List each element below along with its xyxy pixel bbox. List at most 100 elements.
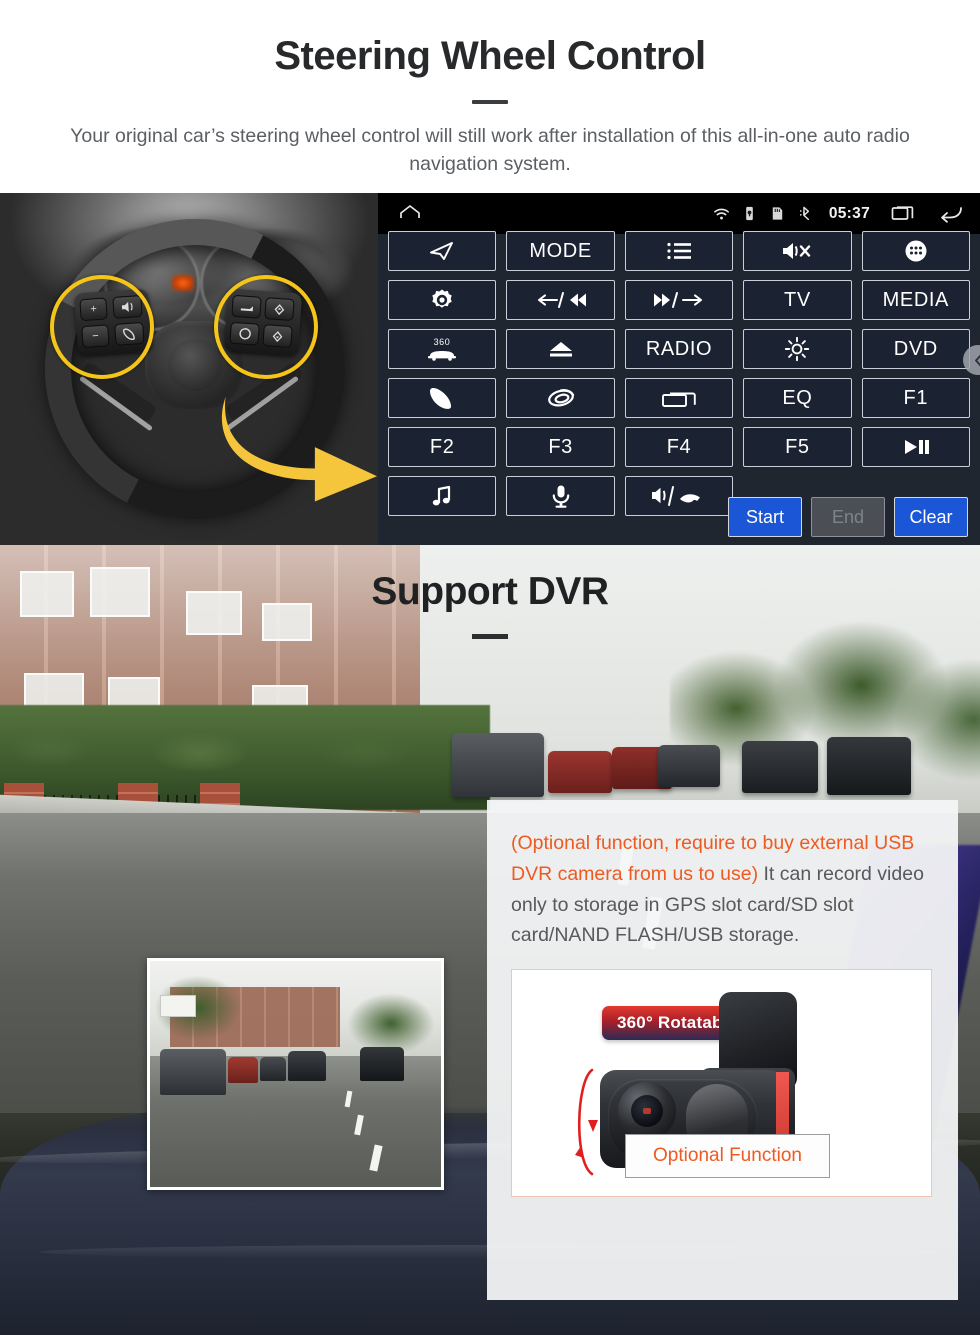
360-camera-icon: 360 [428,337,457,361]
preview-car [228,1057,258,1083]
key-eq[interactable]: EQ [743,378,852,418]
back-icon[interactable] [938,203,964,225]
status-bar-clock: 05:37 [828,204,870,222]
page-title: Steering Wheel Control [274,34,706,78]
traffic-car [658,745,720,787]
traffic-car [742,741,818,793]
key-eject[interactable] [506,329,615,369]
camera-lens-reflection [643,1108,651,1115]
key-dvd[interactable]: DVD [861,329,970,369]
key-mute[interactable] [743,231,852,271]
key-label: EQ [782,386,813,409]
yellow-curved-arrow-icon [221,396,377,502]
airbag-cover [168,339,222,391]
feature-media-row: + − 05:37 MODE TV MEDIA 360 RADIO DVD EQ… [0,193,980,545]
key-f2[interactable]: F2 [388,427,497,467]
support-dvr-header: Support DVR [0,570,980,639]
preview-car [260,1057,286,1081]
mute-icon [783,243,811,259]
traffic-car [452,733,544,797]
chevron-left-icon [974,353,980,367]
key-f1[interactable]: F1 [861,378,970,418]
music-note-icon [432,485,451,506]
android-status-bar: 05:37 [378,193,980,234]
usb-icon [746,206,753,221]
dvr-description: (Optional function, require to buy exter… [511,828,934,951]
preview-car [160,1049,226,1095]
key-learn-action-buttons: Start End Clear [728,497,968,537]
key-label: F4 [666,435,692,458]
key-volume-hangup[interactable] [624,476,734,516]
key-list-menu[interactable] [624,231,734,271]
key-media[interactable]: MEDIA [861,280,970,320]
key-music[interactable] [388,476,497,516]
apps-grid-icon [905,240,927,262]
next-track-icon [653,292,702,308]
key-screen[interactable] [624,378,734,418]
eject-icon [549,342,572,357]
steering-wheel-key-learning-grid: MODE TV MEDIA 360 RADIO DVD EQ F1 F2 F3 … [378,231,980,516]
key-label: MODE [529,239,592,262]
volume-hangup-icon [651,486,700,506]
preview-car [360,1047,404,1081]
highlight-circle-left-controls [50,275,154,379]
key-label: MEDIA [882,288,949,311]
key-apps[interactable] [861,231,970,271]
start-button[interactable]: Start [728,497,802,537]
dvr-info-panel: (Optional function, require to buy exter… [487,800,958,1300]
key-phone[interactable] [388,378,497,418]
key-prev-track[interactable] [506,280,615,320]
wifi-icon [713,208,729,220]
key-label: F5 [785,435,810,458]
preview-road-sign [160,995,196,1017]
phone-icon [430,388,452,409]
bluetooth-icon [799,206,809,221]
key-label: F3 [548,435,573,458]
play-pause-icon [904,440,929,454]
screen-icon [662,392,696,407]
key-mode[interactable]: MODE [506,231,615,271]
svg-text:360: 360 [434,337,451,347]
product-feature-page: Steering Wheel Control Your original car… [0,0,980,1335]
home-icon[interactable] [396,200,424,228]
key-label: F2 [429,435,455,458]
camera-lens-inner [631,1095,663,1128]
sdcard-icon [772,207,783,220]
brightness-icon [785,336,810,362]
traffic-car [548,751,612,793]
navi-swirl-icon [547,389,574,407]
preview-car [288,1051,326,1081]
status-icon-group: 05:37 [713,203,964,225]
key-microphone[interactable] [506,476,615,516]
power-settings-icon [432,289,452,308]
key-navi-swirl[interactable] [506,378,615,418]
highlight-circle-right-controls [214,275,318,379]
key-tv[interactable]: TV [743,280,852,320]
car-radio-touchscreen-ui[interactable]: 05:37 MODE TV MEDIA 360 RADIO DVD EQ F1 … [378,193,980,545]
steering-wheel-control-header: Steering Wheel Control Your original car… [0,0,980,179]
key-navigation[interactable] [388,231,497,271]
navigation-arrow-icon [430,242,454,260]
key-f5[interactable]: F5 [743,427,852,467]
page-subtitle: Your original car’s steering wheel contr… [70,125,910,176]
key-power-settings[interactable] [388,280,497,320]
key-360-camera[interactable]: 360 [388,329,497,369]
key-f3[interactable]: F3 [506,427,615,467]
key-brightness[interactable] [743,329,852,369]
key-next-track[interactable] [624,280,734,320]
key-radio[interactable]: RADIO [624,329,734,369]
traffic-car [827,737,911,795]
title-divider [472,100,508,104]
key-play-pause[interactable] [861,427,970,467]
key-label: TV [784,288,811,311]
camera-lens [618,1082,676,1141]
clear-button[interactable]: Clear [894,497,968,537]
section-title: Support DVR [371,570,609,613]
key-f4[interactable]: F4 [624,427,734,467]
dvr-camera-product-image: 360° Rotatable Seicane Optional Func [511,969,932,1198]
key-label: F1 [903,386,929,409]
optional-function-button[interactable]: Optional Function [625,1134,830,1179]
prev-track-icon [537,292,586,308]
end-button[interactable]: End [811,497,885,537]
recents-icon[interactable] [891,203,915,224]
